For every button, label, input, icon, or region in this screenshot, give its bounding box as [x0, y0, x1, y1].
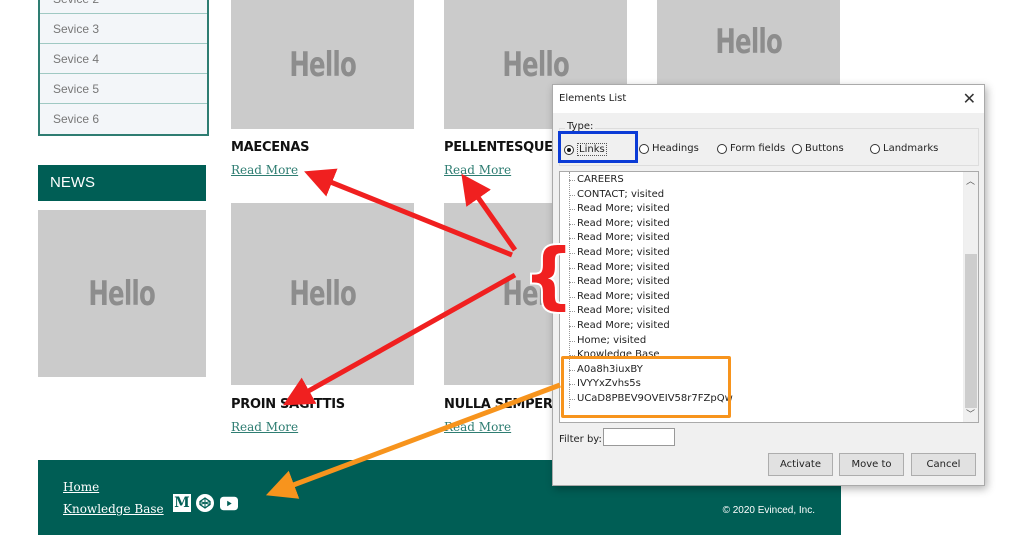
radio-icon: [717, 143, 727, 154]
radio-headings[interactable]: Headings: [639, 143, 699, 154]
footer-link-knowledge-base[interactable]: Knowledge Base: [63, 502, 164, 516]
medium-icon[interactable]: M: [173, 494, 191, 512]
read-more-link[interactable]: Read More: [444, 163, 511, 177]
news-heading: NEWS: [38, 165, 206, 201]
scroll-down-icon[interactable]: ﹀: [966, 407, 975, 420]
list-item[interactable]: Home; visited: [560, 334, 978, 349]
service-item[interactable]: Sevice 3: [40, 14, 207, 44]
card-title: MAECENAS: [231, 140, 310, 155]
list-item[interactable]: Read More; visited: [560, 246, 978, 261]
list-item[interactable]: Read More; visited: [560, 261, 978, 276]
read-more-link[interactable]: Read More: [231, 163, 298, 177]
highlight-box-orange: [561, 356, 731, 418]
news-image: Hello: [38, 210, 206, 377]
read-more-link[interactable]: Read More: [444, 420, 511, 434]
radio-icon: [870, 143, 880, 154]
card-title: PROIN SAGITTIS: [231, 397, 345, 412]
activate-button[interactable]: Activate: [768, 453, 833, 476]
radio-label: Buttons: [805, 143, 844, 154]
radio-landmarks[interactable]: Landmarks: [870, 143, 938, 154]
list-item[interactable]: CAREERS: [560, 173, 978, 188]
filter-input[interactable]: [603, 428, 675, 446]
placeholder-text: Hello: [88, 273, 156, 314]
radio-label: Form fields: [730, 143, 786, 154]
radio-label: Headings: [652, 143, 699, 154]
cancel-button[interactable]: Cancel: [911, 453, 976, 476]
placeholder-text: Hello: [715, 22, 782, 62]
placeholder-text: Hello: [502, 44, 569, 85]
list-item[interactable]: Read More; visited: [560, 217, 978, 232]
footer-link-home[interactable]: Home: [63, 480, 99, 494]
service-item[interactable]: Sevice 6: [40, 104, 207, 134]
service-item[interactable]: Sevice 5: [40, 74, 207, 104]
service-item[interactable]: Sevice 2: [40, 0, 207, 14]
card-title: PELLENTESQUE: [444, 140, 553, 155]
placeholder-text: Hello: [289, 274, 356, 314]
card-image: Hello: [231, 0, 414, 129]
radio-icon: [639, 143, 649, 154]
list-item[interactable]: Read More; visited: [560, 319, 978, 334]
radio-icon: [792, 143, 802, 154]
card-image: Hello: [231, 203, 414, 385]
move-to-button[interactable]: Move to: [839, 453, 904, 476]
scrollbar-thumb[interactable]: [965, 254, 977, 408]
scrollbar[interactable]: ︿ ﹀: [963, 172, 978, 422]
dialog-title: Elements List: [559, 93, 627, 104]
codepen-icon[interactable]: [196, 494, 214, 512]
list-item[interactable]: Read More; visited: [560, 290, 978, 305]
list-item[interactable]: Read More; visited: [560, 231, 978, 246]
card-title: NULLA SEMPER: [444, 397, 553, 412]
scroll-up-icon[interactable]: ︿: [966, 174, 975, 187]
service-item[interactable]: Sevice 4: [40, 44, 207, 74]
radio-label: Landmarks: [883, 143, 939, 154]
highlight-box-blue: [558, 131, 638, 163]
card-image: Hello: [657, 0, 840, 84]
read-more-link[interactable]: Read More: [231, 420, 298, 434]
close-icon[interactable]: ✕: [963, 89, 976, 108]
youtube-icon[interactable]: [220, 494, 238, 512]
list-item[interactable]: Read More; visited: [560, 304, 978, 319]
placeholder-text: Hello: [289, 44, 356, 85]
services-list: Sevice 2 Sevice 3 Sevice 4 Sevice 5 Sevi…: [38, 0, 209, 136]
list-item[interactable]: Read More; visited: [560, 275, 978, 290]
copyright: © 2020 Evinced, Inc.: [722, 505, 815, 516]
list-item[interactable]: CONTACT; visited: [560, 188, 978, 203]
radio-buttons[interactable]: Buttons: [792, 143, 844, 154]
filter-label: Filter by:: [559, 434, 602, 445]
list-item[interactable]: Read More; visited: [560, 202, 978, 217]
dialog-titlebar[interactable]: Elements List ✕: [553, 85, 984, 113]
radio-form-fields[interactable]: Form fields: [717, 143, 785, 154]
